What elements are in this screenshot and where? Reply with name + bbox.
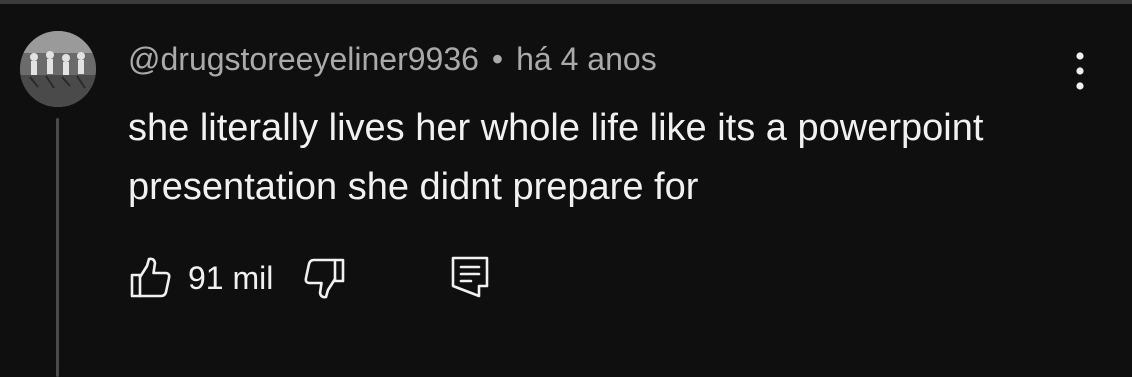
top-divider: [0, 0, 1132, 4]
reply-button[interactable]: [449, 254, 491, 302]
dislike-button[interactable]: [301, 255, 347, 301]
separator-dot: •: [491, 40, 504, 77]
thumbs-up-icon: [130, 257, 171, 298]
author-name[interactable]: @drugstoreeyeliner9936: [128, 41, 479, 78]
like-count: 91 mil: [188, 259, 274, 296]
reply-thread-line: [56, 118, 59, 377]
avatar[interactable]: [20, 31, 96, 107]
comment-actions: 91 mil: [128, 254, 491, 302]
timestamp[interactable]: há 4 anos: [516, 41, 657, 78]
comment-text: she literally lives her whole life like …: [128, 107, 984, 208]
reply-comment-icon: [452, 256, 489, 298]
like-button[interactable]: 91 mil: [128, 255, 273, 301]
thumbs-down-icon: [304, 258, 345, 299]
vertical-ellipsis-icon[interactable]: [1062, 48, 1098, 94]
comment-header: @drugstoreeyeliner9936 • há 4 anos: [128, 39, 657, 79]
avatar-image: [20, 31, 96, 107]
